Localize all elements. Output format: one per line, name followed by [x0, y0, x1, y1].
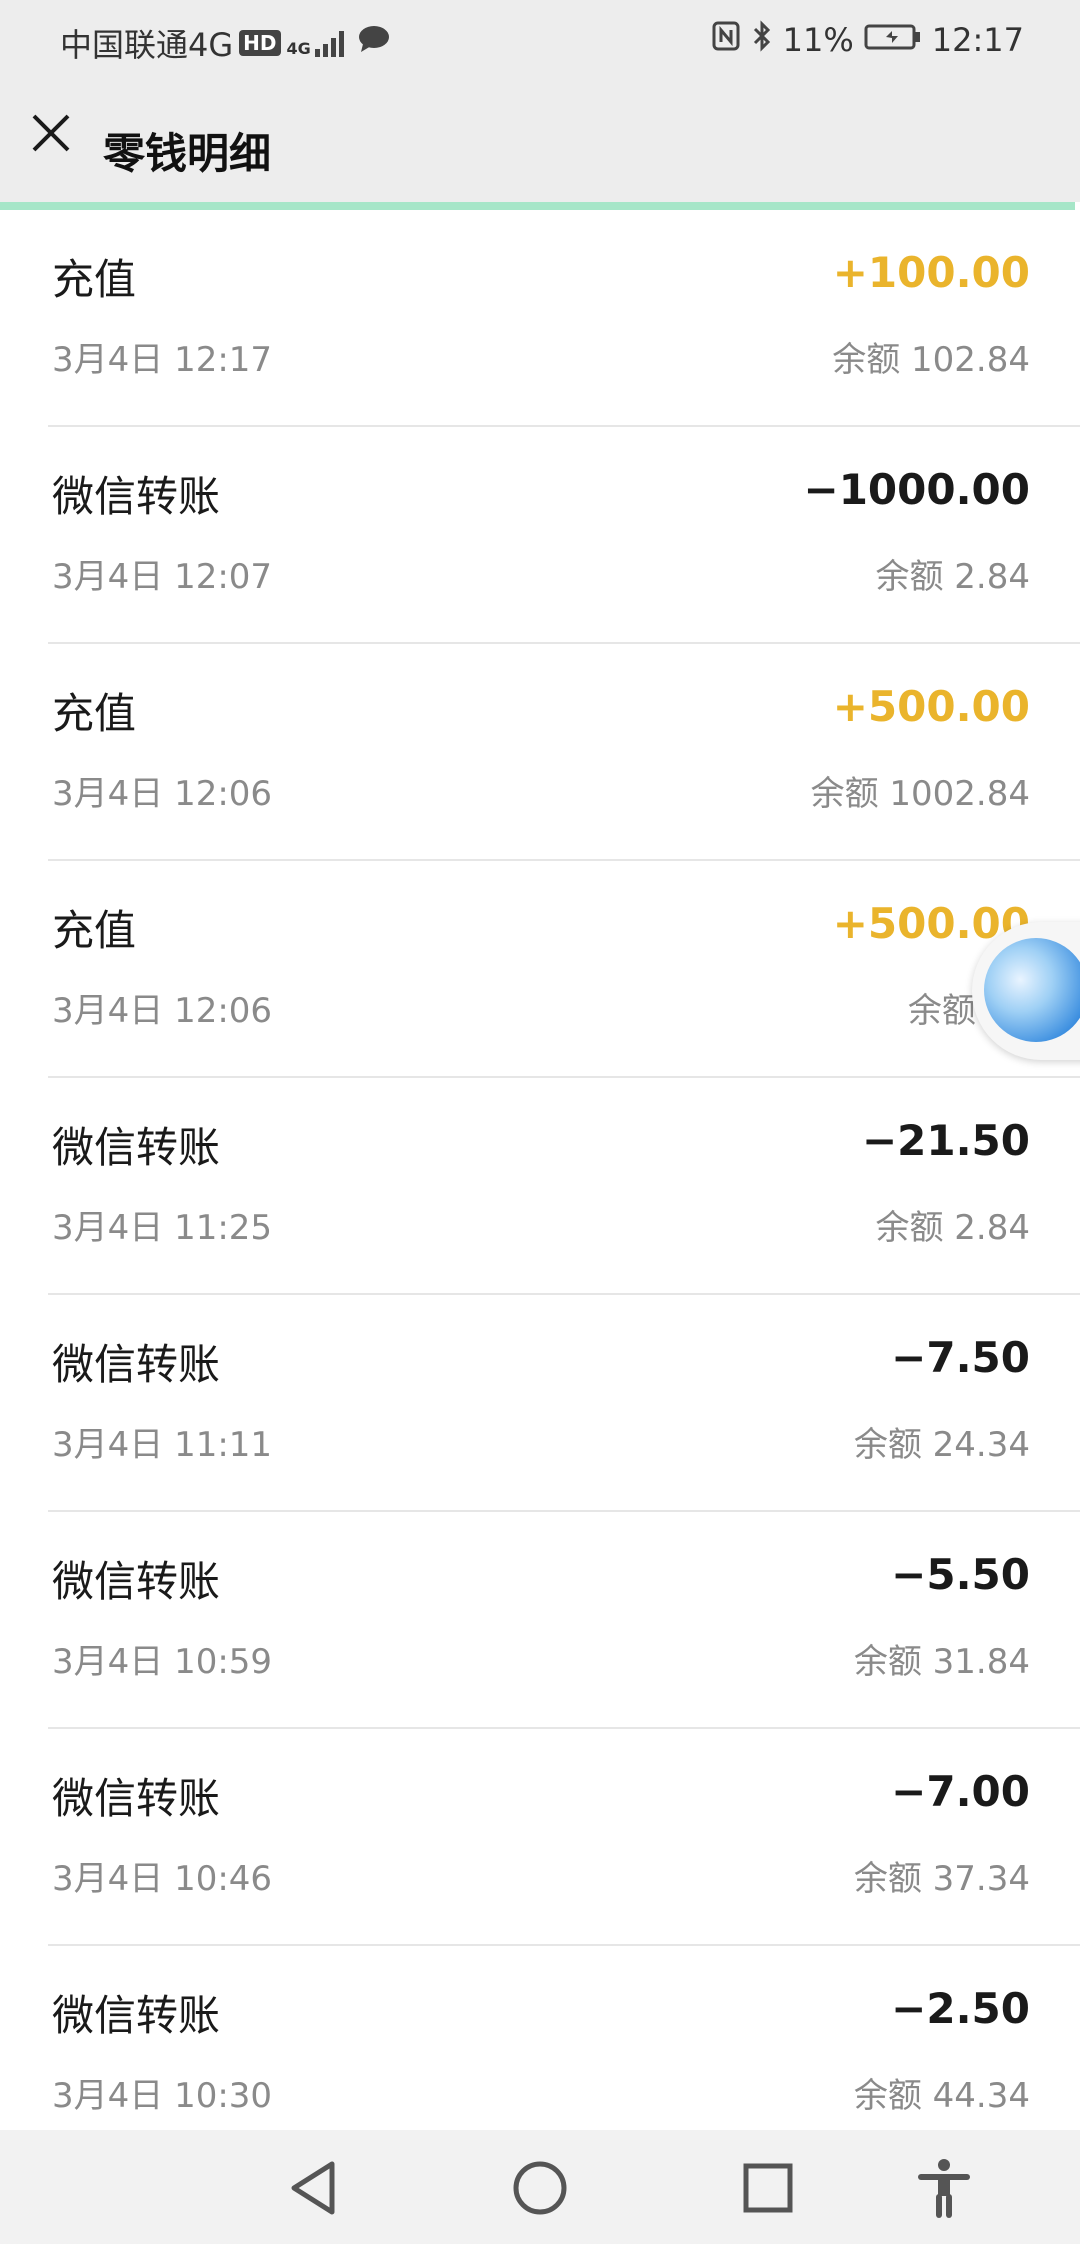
- transaction-row[interactable]: 微信转账 3月4日 10:46 −7.00 余额 37.34: [0, 1729, 1080, 1946]
- transaction-balance: 余额 2.84: [875, 1208, 1030, 1248]
- recents-button[interactable]: [736, 2156, 800, 2220]
- bluetooth-icon: [751, 20, 773, 60]
- floating-avatar-image: [984, 938, 1080, 1042]
- transaction-row[interactable]: 充值 3月4日 12:17 +100.00 余额 102.84: [0, 210, 1080, 427]
- transaction-time: 3月4日 10:59: [52, 1642, 273, 1682]
- transaction-balance: 余额 2.84: [875, 557, 1030, 597]
- transaction-name: 充值: [52, 255, 137, 304]
- transaction-amount: −2.50: [891, 1984, 1030, 2033]
- home-circle-icon: [513, 2161, 567, 2215]
- transaction-row[interactable]: 微信转账 3月4日 11:11 −7.50 余额 24.34: [0, 1295, 1080, 1512]
- transaction-row[interactable]: 微信转账 3月4日 11:25 −21.50 余额 2.84: [0, 1078, 1080, 1295]
- close-button[interactable]: [28, 110, 74, 156]
- chat-bubble-icon: [357, 24, 391, 62]
- recents-square-icon: [743, 2163, 793, 2213]
- navigation-bar: [0, 2130, 1080, 2244]
- transaction-time: 3月4日 12:07: [52, 557, 273, 597]
- network-type-label: 4G: [286, 39, 311, 58]
- battery-percent: 11%: [782, 21, 854, 59]
- transaction-balance: 余额 1002.84: [810, 774, 1030, 814]
- transaction-amount: +500.00: [832, 682, 1030, 731]
- transaction-row[interactable]: 微信转账 3月4日 10:59 −5.50 余额 31.84: [0, 1512, 1080, 1729]
- hd-badge: HD: [239, 30, 281, 56]
- accessibility-icon: [918, 2159, 970, 2218]
- transaction-time: 3月4日 12:06: [52, 774, 273, 814]
- header-bar: 零钱明细: [0, 80, 1080, 202]
- network-signal-icon: 4G: [287, 29, 351, 57]
- transaction-time: 3月4日 11:11: [52, 1425, 273, 1465]
- back-button[interactable]: [282, 2156, 346, 2220]
- transaction-balance: 余额 37.34: [853, 1859, 1030, 1899]
- status-right: 11% 12:17: [711, 20, 1024, 60]
- accessibility-button[interactable]: [912, 2156, 976, 2220]
- transaction-balance: 余额 24.34: [853, 1425, 1030, 1465]
- home-button[interactable]: [508, 2156, 572, 2220]
- loading-progress-bar: [0, 202, 1075, 210]
- transaction-name: 充值: [52, 906, 137, 955]
- battery-icon: [864, 21, 922, 59]
- transaction-name: 微信转账: [52, 472, 221, 521]
- transaction-balance: 余额 31.84: [853, 1642, 1030, 1682]
- transaction-name: 微信转账: [52, 1340, 221, 1389]
- transaction-balance: 余额 44.34: [853, 2076, 1030, 2116]
- transaction-name: 微信转账: [52, 1557, 221, 1606]
- transaction-amount: −7.00: [891, 1767, 1030, 1816]
- transaction-amount: −21.50: [861, 1116, 1030, 1165]
- nfc-icon: [711, 20, 741, 60]
- transaction-amount: −7.50: [891, 1333, 1030, 1382]
- status-bar: 中国联通4G HD 4G 11% 12:17: [0, 0, 1080, 80]
- transaction-row[interactable]: 微信转账 3月4日 12:07 −1000.00 余额 2.84: [0, 427, 1080, 644]
- back-triangle-icon: [291, 2161, 335, 2215]
- transaction-amount: −5.50: [891, 1550, 1030, 1599]
- transaction-row[interactable]: 充值 3月4日 12:06 +500.00 余额 50: [0, 861, 1080, 1078]
- transaction-name: 充值: [52, 689, 137, 738]
- transaction-time: 3月4日 12:06: [52, 991, 273, 1031]
- transaction-balance: 余额 102.84: [832, 340, 1030, 380]
- transaction-row[interactable]: 充值 3月4日 12:06 +500.00 余额 1002.84: [0, 644, 1080, 861]
- status-left: 中国联通4G HD 4G: [60, 20, 391, 66]
- close-icon: [32, 114, 70, 152]
- transaction-time: 3月4日 10:46: [52, 1859, 273, 1899]
- transaction-name: 微信转账: [52, 1774, 221, 1823]
- clock: 12:17: [931, 21, 1024, 59]
- transaction-name: 微信转账: [52, 1991, 221, 2040]
- transaction-name: 微信转账: [52, 1123, 221, 1172]
- page-title: 零钱明细: [103, 129, 272, 178]
- transaction-list[interactable]: 充值 3月4日 12:17 +100.00 余额 102.84 微信转账 3月4日 12:…: [0, 210, 1080, 2163]
- transaction-amount: +100.00: [832, 248, 1030, 297]
- transaction-time: 3月4日 12:17: [52, 340, 273, 380]
- transaction-time: 3月4日 11:25: [52, 1208, 273, 1248]
- transaction-time: 3月4日 10:30: [52, 2076, 273, 2116]
- transaction-amount: −1000.00: [803, 465, 1031, 514]
- carrier-label: 中国联通4G: [60, 26, 234, 64]
